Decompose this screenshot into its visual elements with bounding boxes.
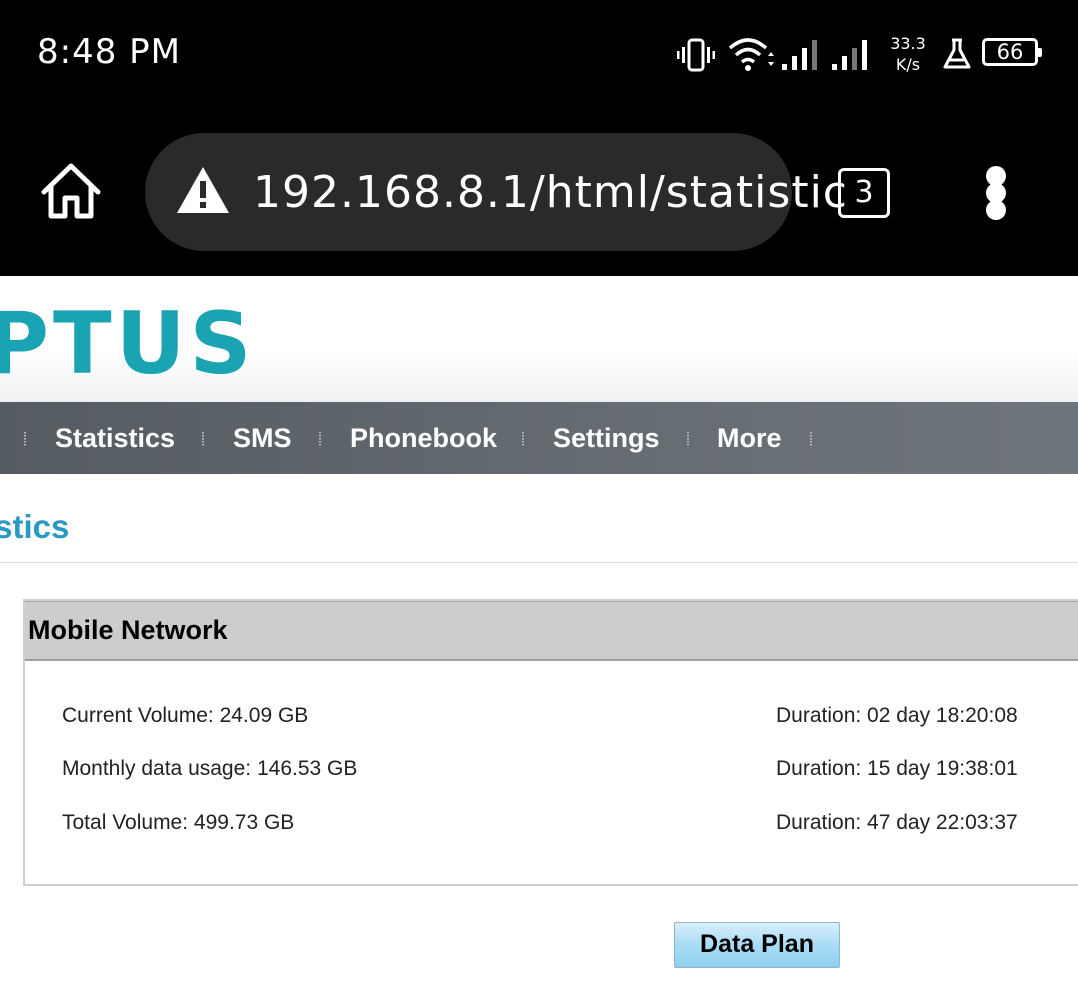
nav-item-settings[interactable]: Settings bbox=[553, 402, 660, 474]
nav-item-phonebook[interactable]: Phonebook bbox=[350, 402, 497, 474]
total-volume: Total Volume: 499.73 GB bbox=[62, 811, 295, 834]
home-icon[interactable] bbox=[38, 160, 104, 222]
nav-separator bbox=[522, 432, 524, 446]
network-speed-unit: K/s bbox=[895, 55, 921, 74]
address-bar[interactable]: 192.168.8.1/html/statistic bbox=[145, 133, 847, 251]
nav-separator bbox=[810, 432, 812, 446]
page-title: tistics bbox=[0, 508, 70, 545]
status-time: 8:48 PM bbox=[37, 32, 181, 72]
nav-item-statistics[interactable]: Statistics bbox=[55, 402, 175, 474]
tabs-icon[interactable]: 3 bbox=[838, 168, 890, 218]
panel-title: Mobile Network bbox=[28, 615, 228, 645]
main-nav: Statistics SMS Phonebook Settings More bbox=[0, 402, 1078, 474]
title-divider bbox=[0, 562, 1078, 563]
vibrate-icon bbox=[677, 38, 715, 72]
nav-item-sms[interactable]: SMS bbox=[233, 402, 292, 474]
nav-separator bbox=[319, 432, 321, 446]
network-speed-value: 33.3 bbox=[890, 34, 926, 53]
url-text[interactable]: 192.168.8.1/html/statistic bbox=[253, 167, 848, 218]
network-speed: 33.3 K/s bbox=[888, 33, 928, 75]
more-vert-icon[interactable] bbox=[984, 166, 1008, 220]
nav-item-more[interactable]: More bbox=[717, 402, 782, 474]
battery-icon: 66 bbox=[982, 38, 1042, 66]
status-icons: 33.3 K/s 66 bbox=[670, 30, 1060, 80]
monthly-data-usage: Monthly data usage: 146.53 GB bbox=[62, 757, 358, 780]
lab-flask-icon bbox=[943, 38, 971, 69]
monthly-duration: Duration: 15 day 19:38:01 bbox=[776, 757, 1018, 780]
nav-separator bbox=[202, 432, 204, 446]
page-header: PTUS bbox=[0, 276, 1078, 402]
brand-logo[interactable]: PTUS bbox=[0, 294, 255, 394]
nav-separator bbox=[24, 432, 26, 446]
total-duration: Duration: 47 day 22:03:37 bbox=[776, 811, 1018, 834]
current-volume: Current Volume: 24.09 GB bbox=[62, 704, 309, 727]
nav-separator bbox=[687, 432, 689, 446]
mobile-network-panel: Mobile Network Current Volume: 24.09 GB … bbox=[23, 599, 1078, 886]
data-plan-button[interactable]: Data Plan bbox=[674, 922, 840, 968]
signal-icon bbox=[832, 40, 867, 70]
panel-header: Mobile Network bbox=[25, 601, 1078, 661]
current-duration: Duration: 02 day 18:20:08 bbox=[776, 704, 1018, 727]
warning-icon[interactable] bbox=[175, 164, 231, 216]
wifi-icon bbox=[728, 38, 774, 71]
signal-icon bbox=[782, 40, 817, 70]
browser-chrome: 8:48 PM 33.3 K/s 66 192.168.8.1/html/sta… bbox=[0, 0, 1078, 276]
